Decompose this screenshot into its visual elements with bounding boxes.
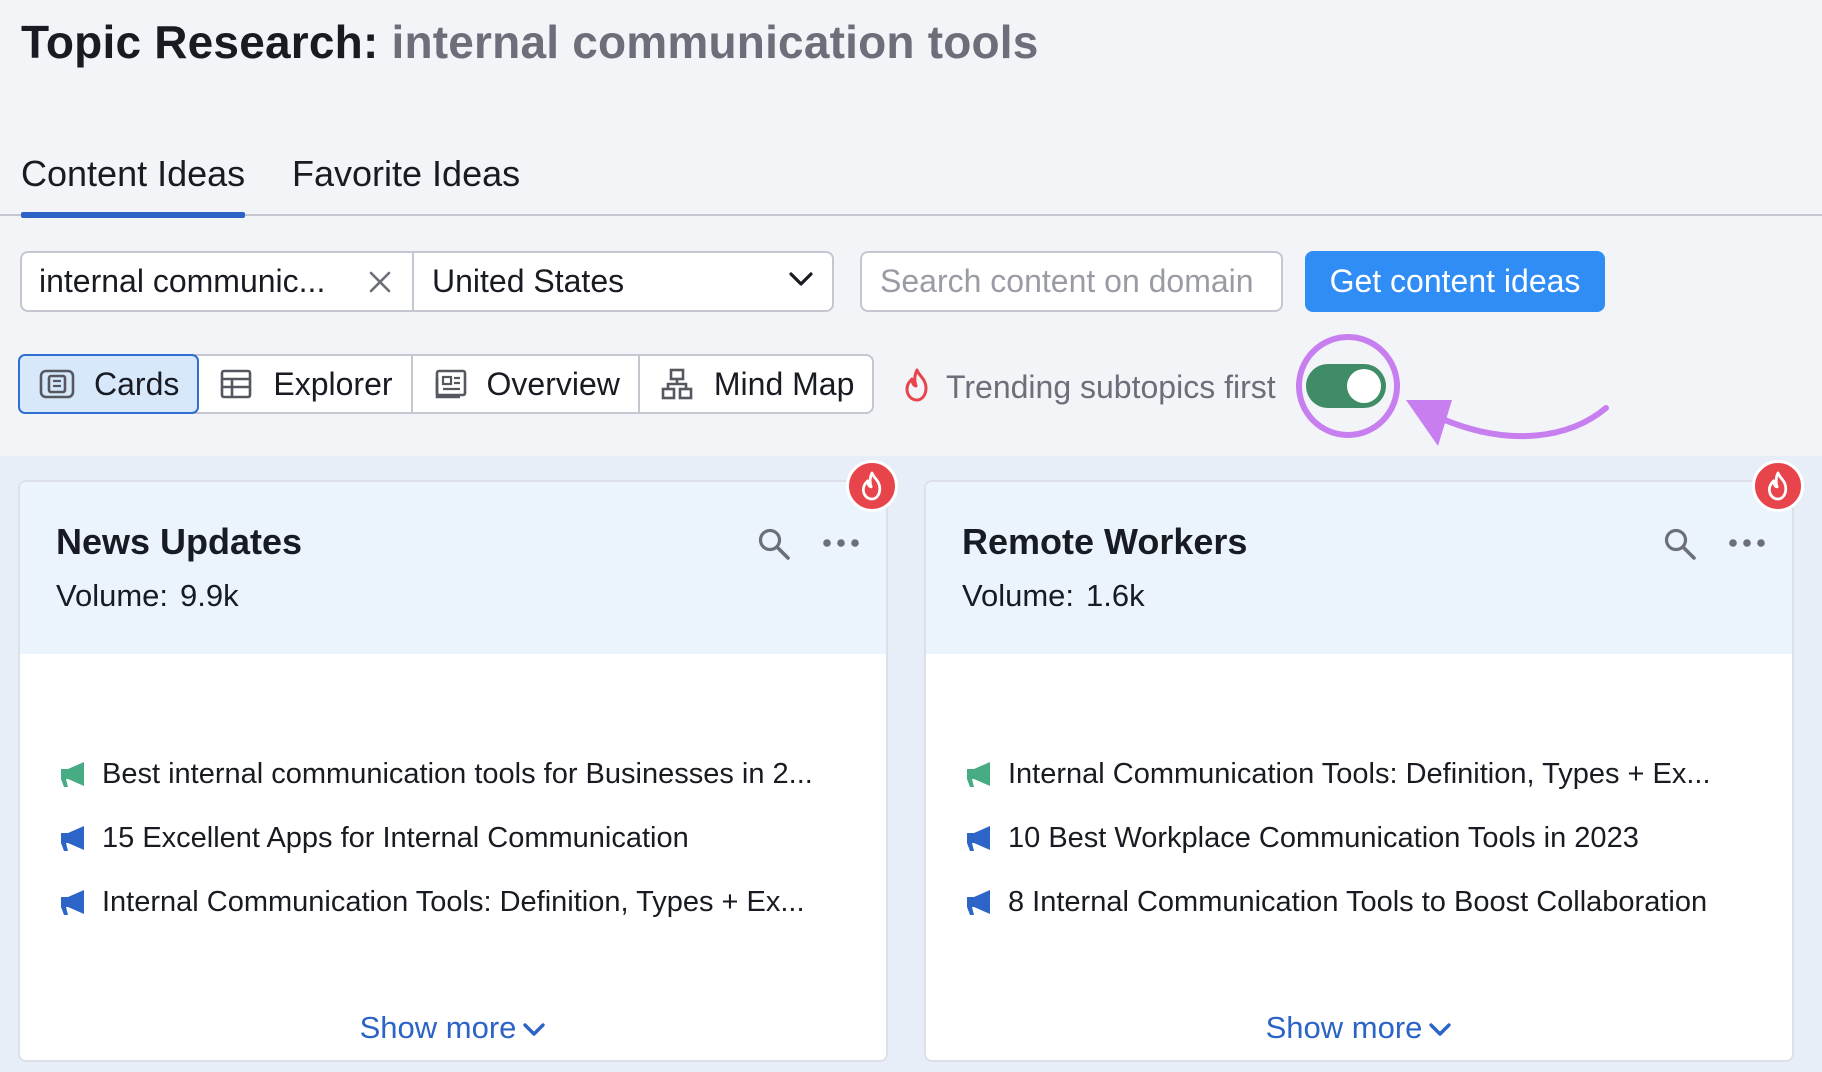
show-more-label: Show more: [1265, 1010, 1423, 1045]
headline-text: Best internal communication tools for Bu…: [102, 757, 813, 790]
card-title: Remote Workers: [962, 521, 1248, 562]
domain-search-placeholder: Search content on domain: [880, 263, 1254, 299]
fire-icon: [902, 367, 932, 408]
megaphone-icon: [61, 890, 84, 915]
search-icon[interactable]: [756, 526, 792, 562]
headline-item[interactable]: Internal Communication Tools: Definition…: [964, 742, 1772, 806]
view-overview-label: Overview: [486, 365, 620, 402]
chevron-down-icon: [788, 270, 814, 293]
overview-icon: [431, 367, 469, 401]
tab-content-ideas[interactable]: Content Ideas: [21, 152, 246, 218]
chevron-down-icon: [1429, 1023, 1452, 1036]
show-more-link[interactable]: Show more: [926, 1010, 1792, 1046]
more-options-icon[interactable]: [1726, 528, 1768, 558]
view-cards-label: Cards: [94, 365, 180, 402]
trending-fire-badge: [846, 460, 898, 512]
card-header: Remote Workers Volume: 1.6k: [926, 482, 1792, 654]
view-overview-button[interactable]: Overview: [413, 356, 640, 412]
topic-card-news-updates[interactable]: News Updates Volume: 9.9k Best internal c…: [18, 460, 898, 1062]
megaphone-icon: [967, 826, 990, 851]
card-volume-value: 1.6k: [1086, 578, 1145, 613]
headline-text: Internal Communication Tools: Definition…: [102, 885, 805, 918]
domain-search-input[interactable]: Search content on domain: [860, 251, 1283, 312]
card-volume: Volume: 1.6k: [962, 578, 1756, 614]
page-title: Topic Research: internal communication t…: [21, 14, 1039, 70]
keyword-input[interactable]: internal communic...: [22, 253, 414, 310]
trending-subtopics-toggle[interactable]: [1306, 364, 1386, 408]
get-content-ideas-button[interactable]: Get content ideas: [1305, 251, 1605, 312]
cards-icon: [38, 367, 76, 401]
clear-icon[interactable]: [365, 267, 395, 297]
keyword-country-group: internal communic... United States: [20, 251, 834, 312]
card-volume-value: 9.9k: [180, 578, 239, 613]
card-volume: Volume: 9.9k: [56, 578, 850, 614]
card-volume-label: Volume:: [56, 578, 169, 613]
country-select-value: United States: [432, 263, 625, 299]
trending-subtopics-label: Trending subtopics first: [946, 368, 1276, 405]
view-switcher: Cards Explorer Overview Mind Map: [18, 354, 875, 414]
tab-bar: Content Ideas Favorite Ideas: [0, 140, 1822, 218]
tab-favorite-ideas-label: Favorite Ideas: [292, 153, 521, 194]
search-icon[interactable]: [1662, 526, 1698, 562]
table-icon: [217, 367, 255, 401]
card-volume-label: Volume:: [962, 578, 1075, 613]
headline-text: Internal Communication Tools: Definition…: [1008, 757, 1711, 790]
toggle-knob: [1347, 369, 1381, 403]
mind-map-icon: [658, 367, 696, 401]
view-explorer-button[interactable]: Explorer: [199, 356, 413, 412]
view-mind-map-button[interactable]: Mind Map: [640, 356, 873, 412]
show-more-label: Show more: [359, 1010, 517, 1045]
headline-item[interactable]: Best internal communication tools for Bu…: [58, 742, 866, 806]
headline-text: 8 Internal Communication Tools to Boost …: [1008, 885, 1708, 918]
headline-text: 10 Best Workplace Communication Tools in…: [1008, 821, 1639, 854]
chevron-down-icon: [523, 1023, 546, 1036]
page-title-query: internal communication tools: [391, 16, 1039, 68]
trending-subtopics-option: Trending subtopics first: [902, 362, 1276, 412]
headline-item[interactable]: Internal Communication Tools: Definition…: [58, 870, 866, 934]
headline-item[interactable]: 10 Best Workplace Communication Tools in…: [964, 806, 1772, 870]
tab-content-ideas-label: Content Ideas: [21, 153, 246, 194]
headline-item[interactable]: 8 Internal Communication Tools to Boost …: [964, 870, 1772, 934]
headline-item[interactable]: 15 Excellent Apps for Internal Communica…: [58, 806, 866, 870]
view-mind-map-label: Mind Map: [713, 365, 855, 402]
show-more-link[interactable]: Show more: [20, 1010, 886, 1046]
trending-fire-badge: [1752, 460, 1804, 512]
keyword-input-value: internal communic...: [39, 263, 326, 299]
view-cards-button[interactable]: Cards: [18, 354, 200, 414]
megaphone-icon: [61, 762, 84, 787]
card-header: News Updates Volume: 9.9k: [20, 482, 886, 654]
card-title: News Updates: [56, 521, 303, 562]
tab-favorite-ideas[interactable]: Favorite Ideas: [292, 152, 520, 214]
megaphone-icon: [967, 762, 990, 787]
page-title-prefix: Topic Research:: [21, 16, 379, 68]
country-select[interactable]: United States: [414, 253, 832, 310]
megaphone-icon: [967, 890, 990, 915]
view-explorer-label: Explorer: [273, 365, 393, 402]
megaphone-icon: [61, 826, 84, 851]
topic-card-remote-workers[interactable]: Remote Workers Volume: 1.6k Internal Comm…: [924, 460, 1804, 1062]
headline-text: 15 Excellent Apps for Internal Communica…: [102, 821, 689, 854]
headline-list: Internal Communication Tools: Definition…: [964, 742, 1772, 934]
headline-list: Best internal communication tools for Bu…: [58, 742, 866, 934]
more-options-icon[interactable]: [820, 528, 862, 558]
